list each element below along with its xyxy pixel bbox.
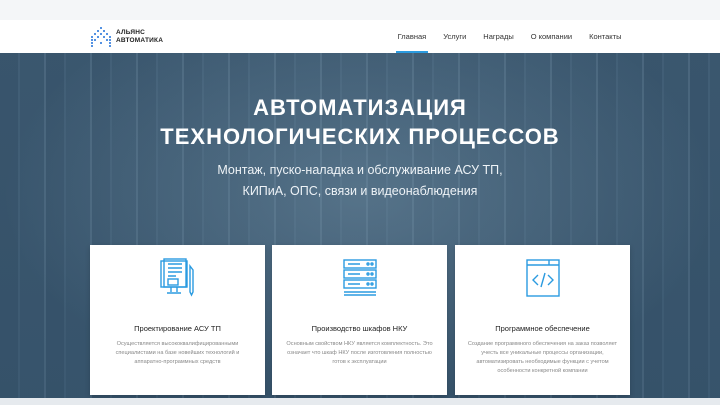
service-card-software[interactable]: Программное обеспечение Создание програм… — [455, 245, 630, 395]
logo-line1: АЛЬЯНС — [116, 29, 146, 36]
logo[interactable]: АЛЬЯНС АВТОМАТИКА — [90, 26, 163, 48]
server-rack-icon — [343, 259, 377, 296]
card-description: Создание программного обеспечения на зак… — [467, 341, 618, 374]
logo-icon — [90, 26, 112, 48]
hero-subtitle-line2: КИПиА, ОПС, связи и видеонаблюдения — [242, 184, 478, 198]
design-document-icon — [160, 258, 194, 297]
card-description: Основным свойством НКУ является комплект… — [286, 341, 433, 365]
card-title: Производство шкафов НКУ — [311, 324, 408, 333]
card-title: Программное обеспечение — [495, 324, 590, 333]
service-card-design[interactable]: Проектирование АСУ ТП Осуществляется выс… — [90, 245, 265, 395]
nav-contacts[interactable]: Контакты — [581, 20, 630, 53]
logo-line2: АВТОМАТИКА — [116, 37, 164, 44]
nav-awards[interactable]: Награды — [475, 20, 522, 53]
code-window-icon — [526, 259, 560, 297]
main-nav: Главная Услуги Награды О компании Контак… — [389, 20, 630, 53]
card-title: Проектирование АСУ ТП — [134, 324, 221, 333]
next-section-edge — [0, 398, 720, 405]
nav-home[interactable]: Главная — [389, 20, 435, 53]
hero-title-line1: АВТОМАТИЗАЦИЯ — [253, 95, 467, 120]
card-description: Осуществляется высококвалифицированными … — [115, 341, 240, 365]
nav-about[interactable]: О компании — [522, 20, 580, 53]
top-strip — [0, 0, 720, 20]
service-card-production[interactable]: Производство шкафов НКУ Основным свойств… — [272, 245, 447, 395]
header: АЛЬЯНС АВТОМАТИКА Главная Услуги Награды … — [0, 20, 720, 53]
hero-subtitle-line1: Монтаж, пуско-наладка и обслуживание АСУ… — [217, 163, 503, 177]
hero-title-line2: ТЕХНОЛОГИЧЕСКИХ ПРОЦЕССОВ — [160, 124, 560, 149]
nav-services[interactable]: Услуги — [435, 20, 475, 53]
